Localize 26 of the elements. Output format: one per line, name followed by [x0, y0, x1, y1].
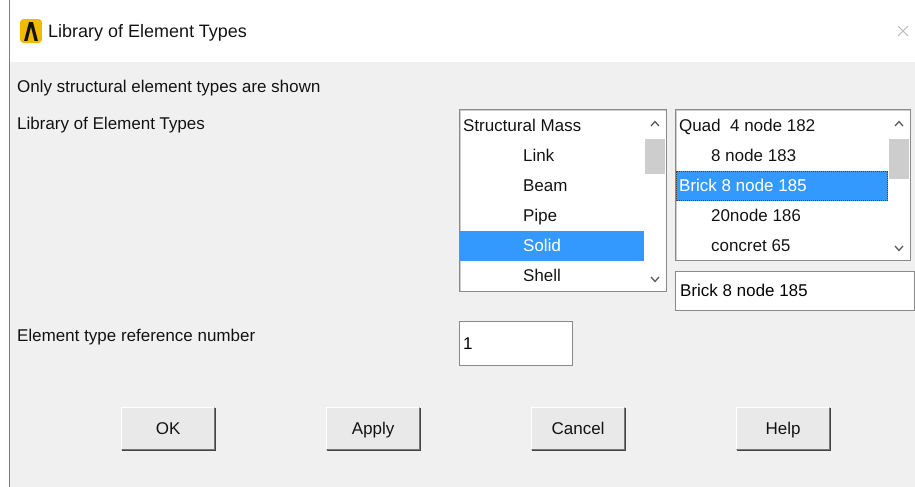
list-item[interactable]: Structural Mass [460, 111, 644, 141]
dialog-button[interactable]: OK [121, 407, 215, 450]
field-label: Library of Element Types [17, 114, 205, 133]
list-item[interactable]: concret 65 [676, 231, 888, 261]
window-title: Library of Element Types [48, 20, 247, 42]
scroll-down-icon[interactable] [650, 276, 660, 283]
list-item[interactable]: Beam [460, 171, 644, 201]
scroll-down-icon[interactable] [894, 245, 904, 252]
info-text: Only structural element types are shown [17, 76, 322, 98]
app-logo-icon [20, 19, 42, 43]
selected-type-field[interactable]: Brick 8 node 185 [675, 271, 915, 311]
dialog-button[interactable]: Help [736, 407, 830, 450]
list-item[interactable]: Shell [460, 261, 644, 291]
scrollbar-thumb[interactable] [645, 139, 665, 174]
list-item[interactable]: Quad 4 node 182 [676, 111, 888, 141]
input-field[interactable]: 1 [459, 321, 573, 366]
scroll-up-icon[interactable] [650, 120, 660, 127]
scrollbar-thumb[interactable] [889, 139, 909, 179]
scroll-up-icon[interactable] [894, 120, 904, 127]
list-item[interactable]: 8 node 183 [676, 141, 888, 171]
list-item[interactable]: Pipe [460, 201, 644, 231]
dialog-button[interactable]: Apply [326, 407, 420, 450]
list-item[interactable]: Link [460, 141, 644, 171]
list-item[interactable]: 20node 186 [676, 201, 888, 231]
dialog-button[interactable]: Cancel [531, 407, 625, 450]
field-label: Element type reference number [17, 326, 256, 345]
